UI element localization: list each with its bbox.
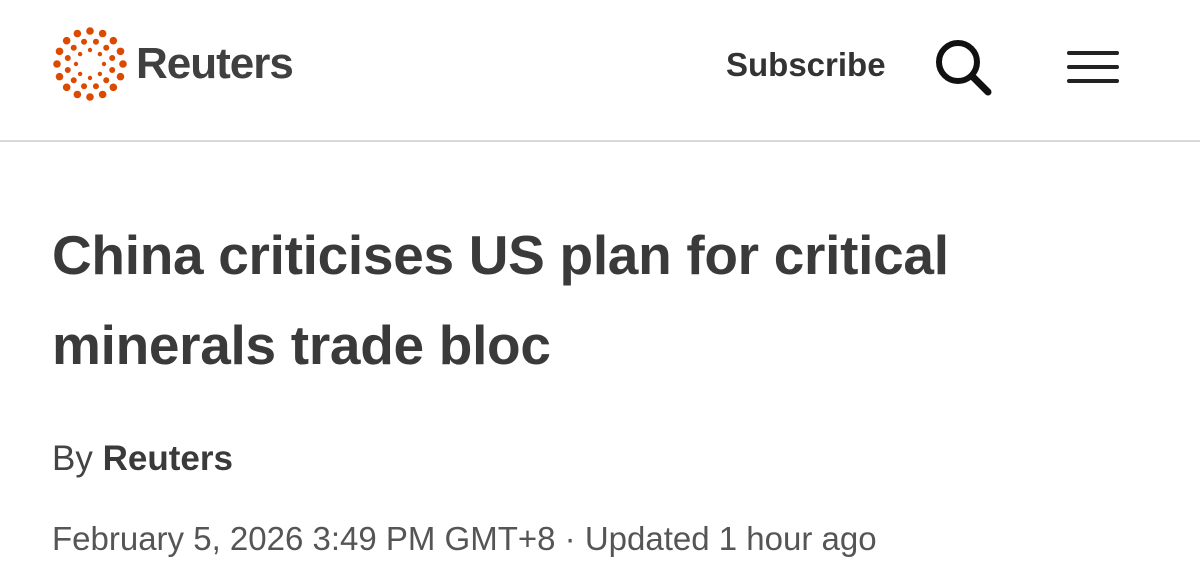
published-date: February 5, 2026 3:49 PM GMT+8 xyxy=(52,520,556,557)
logo-dot xyxy=(70,77,77,84)
logo-dot xyxy=(73,29,82,38)
logo-dot xyxy=(92,83,99,90)
logo-dot xyxy=(97,71,103,77)
logo-dot xyxy=(73,61,79,67)
menu-button[interactable] xyxy=(1064,44,1122,90)
logo-dot xyxy=(103,77,110,84)
logo-dot xyxy=(64,55,71,62)
logo-dot xyxy=(53,60,61,68)
logo-dot xyxy=(86,27,94,35)
reuters-logo[interactable]: Reuters xyxy=(50,24,294,104)
logo-dot xyxy=(62,83,71,92)
logo-dot xyxy=(116,72,125,81)
logo-dot xyxy=(119,60,127,68)
logo-dot xyxy=(55,47,64,56)
logo-dot xyxy=(73,90,82,99)
logo-dot xyxy=(92,38,99,45)
hamburger-menu-icon xyxy=(1067,51,1119,83)
dateline: February 5, 2026 3:49 PM GMT+8 · Updated… xyxy=(52,514,877,564)
logo-dot xyxy=(77,51,83,57)
logo-dot xyxy=(109,66,116,73)
logo-dot xyxy=(101,61,107,67)
logo-dot xyxy=(81,83,88,90)
logo-dot xyxy=(116,47,125,56)
author-link[interactable]: Reuters xyxy=(103,439,233,478)
updated-time: Updated 1 hour ago xyxy=(584,520,877,557)
logo-dot xyxy=(109,36,118,45)
logo-dot xyxy=(77,71,83,77)
logo-dot xyxy=(97,51,103,57)
search-button[interactable] xyxy=(930,34,996,100)
logo-dot xyxy=(87,47,93,53)
logo-dot xyxy=(55,72,64,81)
subscribe-button[interactable]: Subscribe xyxy=(720,42,892,88)
article-page: Reuters Subscribe China criticises US pl… xyxy=(0,0,1200,580)
logo-dot xyxy=(64,66,71,73)
logo-dot xyxy=(62,36,71,45)
logo-dot xyxy=(109,55,116,62)
logo-dot xyxy=(81,38,88,45)
logo-dot xyxy=(109,83,118,92)
byline-prefix: By xyxy=(52,439,93,478)
logo-dot xyxy=(87,75,93,81)
reuters-logo-icon xyxy=(53,27,127,101)
logo-dot xyxy=(98,90,107,99)
logo-dot xyxy=(98,29,107,38)
byline: By Reuters xyxy=(52,434,233,484)
logo-dot xyxy=(86,93,94,101)
logo-dot xyxy=(103,44,110,51)
dateline-separator: · xyxy=(564,520,576,557)
search-icon xyxy=(936,40,992,96)
site-header: Reuters Subscribe xyxy=(0,0,1200,142)
brand-name: Reuters xyxy=(136,39,294,88)
logo-dot xyxy=(70,44,77,51)
article-headline: China criticises US plan for critical mi… xyxy=(52,224,949,376)
